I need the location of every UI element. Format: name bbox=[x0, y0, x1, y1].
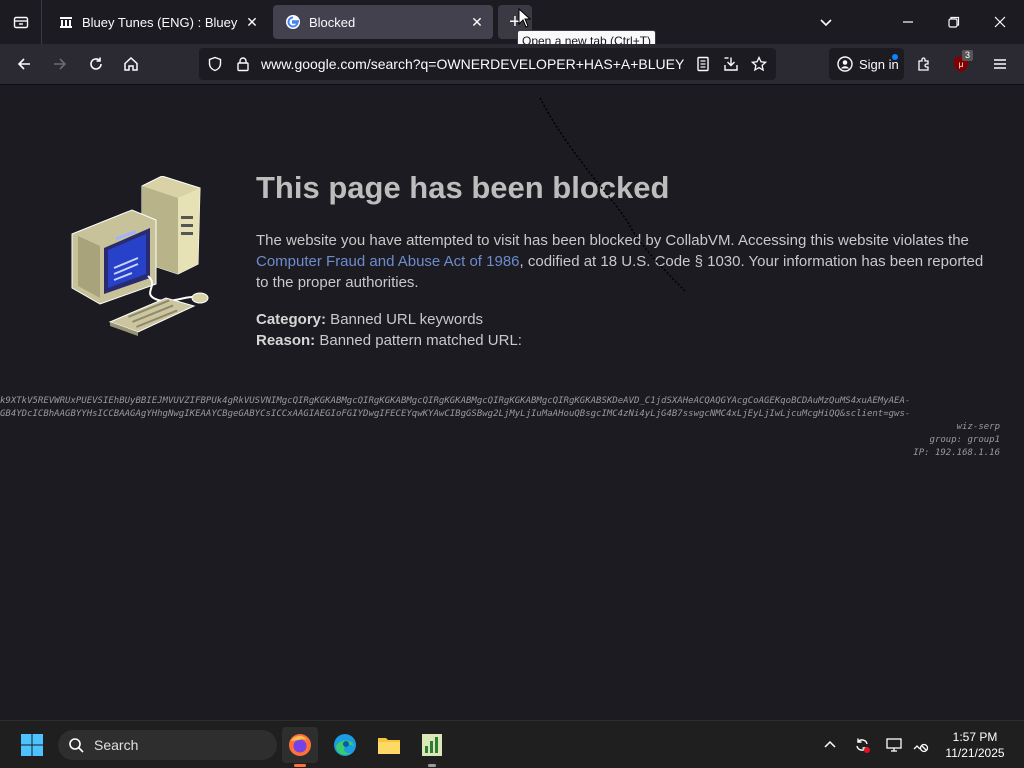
reader-view-icon[interactable] bbox=[695, 56, 711, 77]
block-details: Category: Banned URL keywords Reason: Ba… bbox=[256, 309, 522, 351]
tab-blocked[interactable]: Blocked ✕ bbox=[273, 5, 493, 39]
url-text[interactable]: www.google.com/search?q=OWNERDEVELOPER+H… bbox=[261, 48, 685, 80]
lock-icon[interactable] bbox=[235, 56, 251, 77]
cursor-trail bbox=[539, 97, 687, 293]
page-content: This page has been blocked The website y… bbox=[0, 86, 1024, 720]
svg-text:μ: μ bbox=[959, 60, 964, 69]
blocked-url-line: k9XTkV5REVWRUxPUEVSIEhBUyBBIEJMVUVZIFBPU… bbox=[0, 396, 911, 406]
list-all-tabs-button[interactable] bbox=[0, 0, 42, 44]
extensions-button[interactable] bbox=[908, 48, 940, 80]
notification-dot bbox=[892, 54, 898, 60]
home-button[interactable] bbox=[115, 48, 147, 80]
back-button[interactable] bbox=[8, 48, 40, 80]
forward-button[interactable] bbox=[44, 48, 76, 80]
retro-computer-icon bbox=[71, 176, 209, 336]
active-indicator bbox=[294, 764, 306, 767]
windows-logo-icon bbox=[21, 734, 43, 756]
chevron-up-icon bbox=[824, 740, 836, 748]
show-hidden-icons-button[interactable] bbox=[818, 733, 842, 757]
restore-icon bbox=[948, 16, 960, 28]
close-window-button[interactable] bbox=[977, 0, 1023, 44]
cfaa-link[interactable]: Computer Fraud and Abuse Act of 1986 bbox=[256, 253, 520, 270]
tab-bluey-tunes[interactable]: Bluey Tunes (ENG) : Bluey and A ✕ bbox=[46, 5, 268, 39]
tab-list-icon bbox=[13, 16, 28, 29]
close-tab-icon[interactable]: ✕ bbox=[465, 10, 489, 34]
ip-info: IP: 192.168.1.16 bbox=[913, 448, 1000, 458]
puzzle-icon bbox=[918, 57, 929, 71]
taskbar-app[interactable] bbox=[414, 727, 450, 767]
app-chart-icon bbox=[422, 734, 442, 756]
sign-in-button[interactable]: Sign in bbox=[829, 48, 904, 80]
menu-button[interactable] bbox=[984, 48, 1016, 80]
ublock-extension-button[interactable]: μ 3 bbox=[945, 48, 977, 80]
home-icon bbox=[124, 56, 138, 71]
tray-display[interactable] bbox=[882, 733, 906, 757]
chevron-down-icon bbox=[820, 19, 832, 27]
navigation-toolbar: www.google.com/search?q=OWNERDEVELOPER+H… bbox=[0, 44, 1024, 85]
reason-row: Reason: Banned pattern matched URL: bbox=[256, 330, 522, 351]
reason-label: Reason: bbox=[256, 332, 316, 349]
tab-bar: Bluey Tunes (ENG) : Bluey and A ✕ Blocke… bbox=[0, 0, 1024, 52]
address-bar[interactable]: www.google.com/search?q=OWNERDEVELOPER+H… bbox=[199, 48, 776, 80]
taskbar-search[interactable]: Search bbox=[58, 730, 277, 760]
system-clock[interactable]: 1:57 PM 11/21/2025 bbox=[940, 729, 1010, 761]
restore-button[interactable] bbox=[931, 0, 977, 44]
tray-network[interactable] bbox=[908, 733, 932, 757]
start-button[interactable] bbox=[14, 727, 50, 763]
minimize-icon bbox=[903, 21, 913, 23]
save-page-icon[interactable] bbox=[723, 56, 739, 77]
taskbar: Search 1:57 PM 11/21/2025 bbox=[0, 720, 1024, 768]
taskbar-firefox[interactable] bbox=[282, 727, 318, 767]
blocked-url-line: GB4YDcICBhAAGBYYHsICCBAAGAgYHhgNwgIKEAAY… bbox=[0, 409, 911, 419]
group-info: group: group1 bbox=[929, 435, 1000, 445]
sync-icon bbox=[856, 738, 870, 753]
category-label: Category: bbox=[256, 311, 327, 328]
archive-favicon-icon bbox=[58, 14, 74, 30]
taskbar-file-explorer[interactable] bbox=[371, 727, 407, 763]
account-icon bbox=[837, 56, 853, 72]
close-tab-icon[interactable]: ✕ bbox=[240, 10, 264, 34]
clock-time: 1:57 PM bbox=[952, 730, 998, 744]
bookmark-star-icon[interactable] bbox=[750, 55, 768, 77]
arrow-right-icon bbox=[54, 58, 67, 70]
reason-value: Banned pattern matched URL: bbox=[315, 332, 522, 349]
tray-sync[interactable] bbox=[850, 733, 874, 757]
search-icon bbox=[68, 737, 84, 753]
google-favicon-icon bbox=[285, 14, 301, 30]
tab-title: Bluey Tunes (ENG) : Bluey and A bbox=[82, 14, 240, 30]
minimize-button[interactable] bbox=[885, 0, 931, 44]
search-label: Search bbox=[94, 737, 139, 753]
monitor-icon bbox=[886, 738, 902, 752]
network-disconnected-icon bbox=[913, 743, 929, 753]
edge-icon bbox=[334, 734, 356, 756]
clock-date: 11/21/2025 bbox=[945, 746, 1005, 760]
reload-icon bbox=[90, 57, 102, 70]
blocked-url-line: wiz-serp bbox=[956, 422, 1000, 432]
folder-icon bbox=[378, 738, 400, 754]
close-icon bbox=[994, 16, 1006, 28]
mouse-cursor-icon bbox=[518, 8, 532, 28]
running-indicator bbox=[428, 764, 436, 767]
arrow-left-icon bbox=[17, 58, 30, 70]
reload-button[interactable] bbox=[80, 48, 112, 80]
hamburger-menu-icon bbox=[994, 59, 1006, 69]
firefox-icon bbox=[289, 734, 311, 756]
extension-badge: 3 bbox=[962, 50, 974, 61]
category-row: Category: Banned URL keywords bbox=[256, 309, 522, 330]
tab-title: Blocked bbox=[309, 14, 356, 30]
category-value: Banned URL keywords bbox=[326, 311, 484, 328]
taskbar-edge[interactable] bbox=[327, 727, 363, 763]
tab-overflow-button[interactable] bbox=[803, 0, 849, 44]
shield-icon[interactable] bbox=[207, 56, 223, 77]
